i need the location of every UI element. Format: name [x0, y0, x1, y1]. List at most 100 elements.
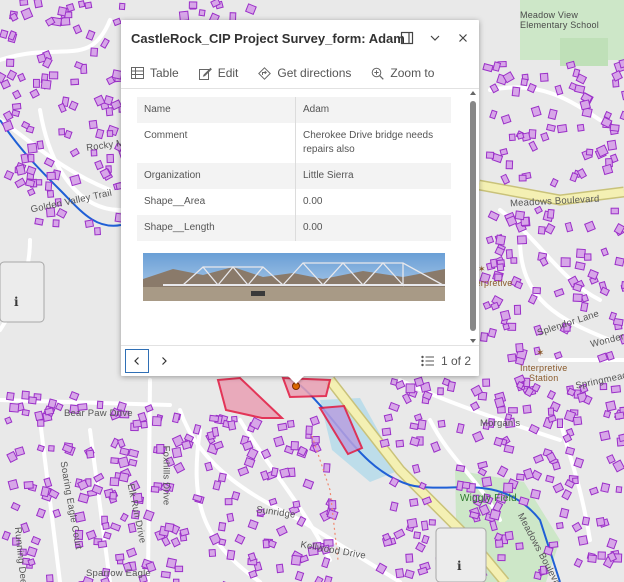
- parcel: [6, 58, 15, 67]
- parcel: [496, 263, 505, 272]
- parcel: [275, 563, 284, 574]
- parcel: [128, 458, 138, 467]
- parcel: [518, 174, 527, 182]
- parcel: [270, 467, 279, 477]
- parcel: [559, 507, 570, 519]
- parcel: [212, 480, 222, 491]
- dock-icon: [400, 31, 414, 45]
- parcel: [84, 219, 95, 228]
- parcel: [513, 304, 522, 315]
- parcel: [499, 309, 511, 322]
- parcel: [576, 123, 585, 132]
- attribute-value: Cherokee Drive bridge needs repairs also: [303, 130, 434, 155]
- parcel: [409, 422, 419, 431]
- parcel: [106, 130, 114, 137]
- parcel: [455, 464, 466, 473]
- feature-pager[interactable]: 1 of 2: [421, 350, 471, 372]
- parcel: [77, 492, 90, 504]
- info-icon[interactable]: i: [457, 559, 462, 573]
- popup-pointer: [288, 376, 304, 384]
- table-button[interactable]: Table: [121, 58, 189, 88]
- parcel: [27, 396, 38, 405]
- attribute-value: Little Sierra: [295, 163, 451, 189]
- parcel: [585, 148, 594, 156]
- get-directions-label: Get directions: [277, 66, 352, 80]
- parcel: [503, 444, 515, 454]
- parcel: [505, 249, 514, 260]
- parcel: [556, 124, 568, 134]
- parcel: [489, 508, 501, 521]
- parcel: [560, 257, 571, 268]
- parcel: [405, 383, 416, 394]
- parcel: [262, 539, 270, 549]
- parcel: [420, 520, 429, 531]
- parcel: [34, 217, 44, 226]
- attribute-row: Shape__Length 0.00: [137, 215, 451, 241]
- parcel: [600, 482, 611, 493]
- next-feature-button[interactable]: [152, 349, 176, 373]
- zoom-to-icon: [372, 67, 385, 80]
- parcel: [581, 516, 591, 526]
- parcel: [36, 444, 45, 453]
- parcel: [279, 467, 291, 479]
- parcel: [171, 446, 183, 459]
- parcel: [165, 557, 178, 569]
- parcel: [218, 538, 227, 546]
- parcel: [428, 519, 436, 526]
- parcel: [599, 430, 611, 442]
- zoom-to-button[interactable]: Zoom to: [361, 58, 444, 88]
- previous-feature-button[interactable]: [125, 349, 149, 373]
- parcel: [101, 522, 110, 530]
- parcel: [15, 164, 26, 176]
- close-button[interactable]: [453, 28, 473, 48]
- parcel: [26, 546, 38, 558]
- parcel: [413, 376, 425, 388]
- parcel: [516, 235, 528, 245]
- attachment-photo[interactable]: [143, 253, 445, 301]
- collapse-button[interactable]: [425, 28, 445, 48]
- parcel: [188, 1, 198, 9]
- popup-scrollbar[interactable]: [467, 89, 479, 345]
- parcel: [545, 123, 556, 133]
- parcel: [227, 420, 237, 431]
- parcel: [456, 480, 464, 491]
- popup-actions: Table Edit Get directions Zoom to: [121, 58, 479, 88]
- parcel: [579, 99, 591, 111]
- parcel: [508, 407, 518, 414]
- parcel: [511, 86, 521, 97]
- attribute-field: Organization: [137, 163, 296, 189]
- parcel: [556, 418, 564, 428]
- parcel: [546, 208, 555, 219]
- parcel: [405, 553, 414, 563]
- edit-button[interactable]: Edit: [189, 58, 249, 88]
- info-icon[interactable]: i: [14, 295, 19, 309]
- get-directions-button[interactable]: Get directions: [248, 58, 361, 88]
- parcel: [77, 0, 86, 8]
- parcel: [36, 140, 45, 150]
- parcel: [389, 501, 399, 512]
- parcel: [140, 420, 148, 429]
- parcel: [174, 565, 184, 573]
- parcel: [70, 78, 80, 86]
- popup-content[interactable]: Name Adam Comment Cherokee Drive bridge nee…: [121, 89, 467, 343]
- parcel: [537, 225, 546, 235]
- parcel: [395, 568, 405, 579]
- parcel: [323, 463, 331, 473]
- attribute-field: Shape__Length: [137, 215, 296, 241]
- parcel: [27, 558, 36, 567]
- parcel: [395, 439, 405, 448]
- parcel: [605, 400, 617, 412]
- parcel: [273, 435, 285, 448]
- parcel: [379, 438, 390, 448]
- parcel: [48, 445, 55, 452]
- road-label-bearpaw: Bear Paw Drive: [64, 408, 133, 419]
- parcel: [522, 404, 532, 414]
- parcel: [27, 142, 38, 154]
- dock-button[interactable]: [397, 28, 417, 48]
- parcel: [577, 535, 589, 546]
- table-label: Table: [150, 66, 179, 80]
- table-icon: [131, 67, 144, 79]
- parcel: [510, 257, 518, 264]
- parcel: [44, 181, 53, 192]
- parcel: [46, 171, 56, 181]
